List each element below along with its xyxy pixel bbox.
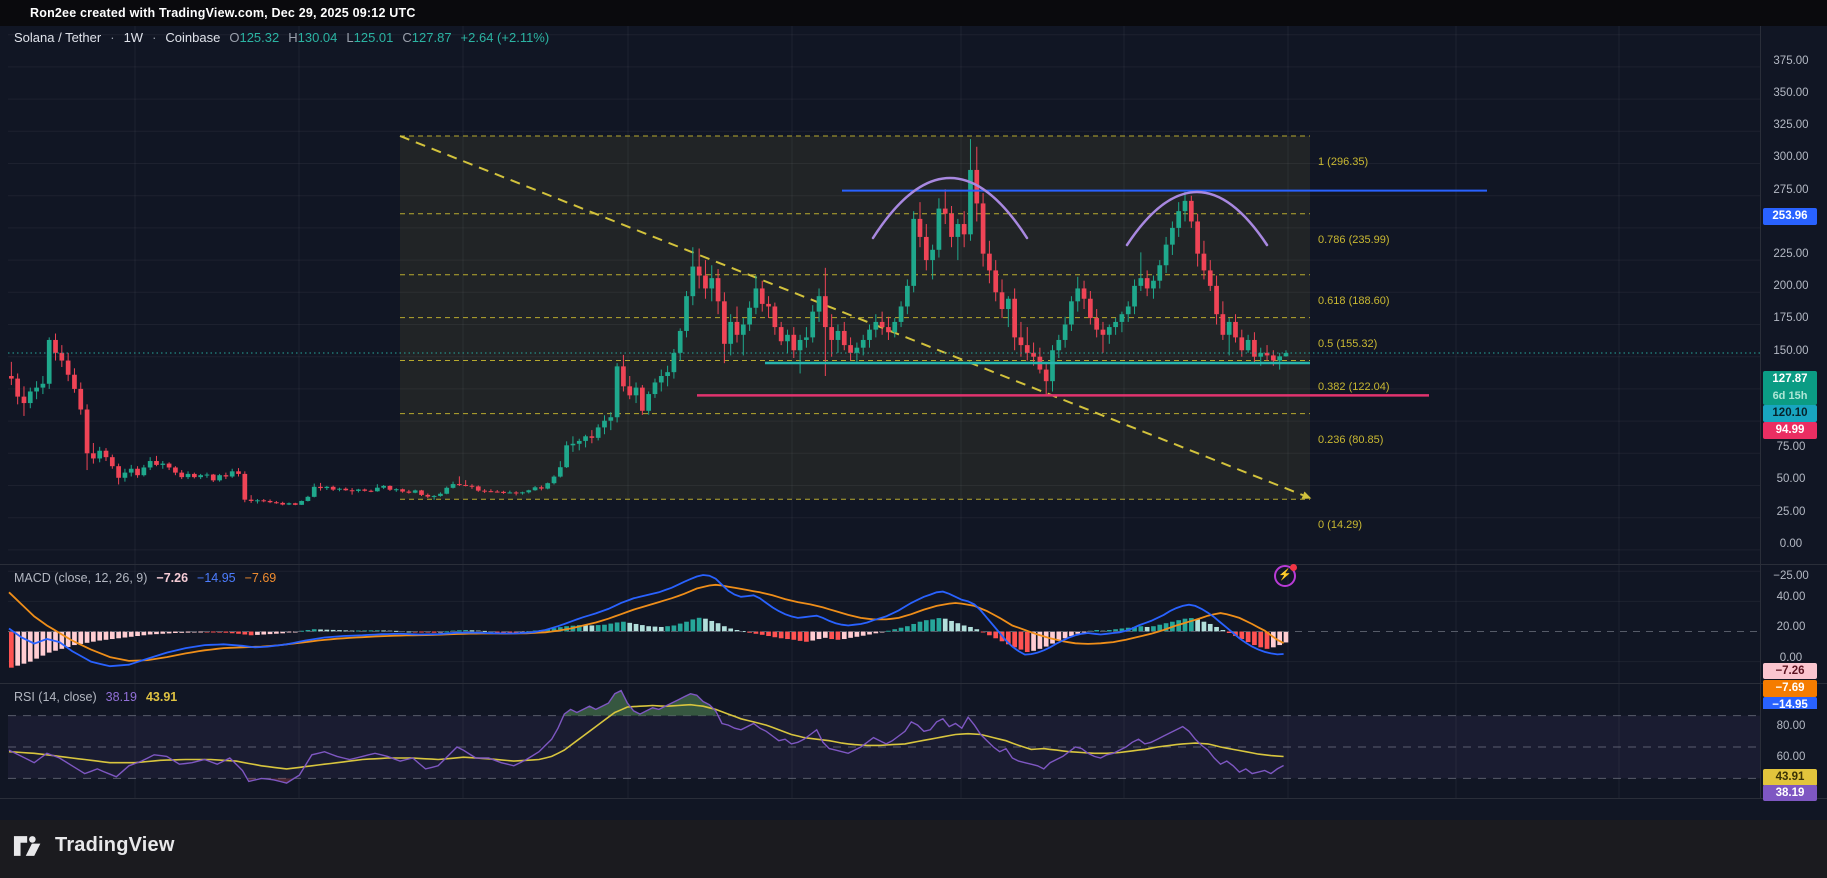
macd-title[interactable]: MACD (close, 12, 26, 9) — [14, 571, 147, 585]
rsi-ma-value: 43.91 — [146, 690, 177, 704]
tradingview-logo-text: TradingView — [55, 834, 175, 857]
symbol-info-row: Solana / Tether · 1W · Coinbase O125.32 … — [14, 30, 549, 45]
macd-hist-value: −7.26 — [156, 571, 188, 585]
attribution-banner: Ron2ee created with TradingView.com, Dec… — [0, 0, 1827, 26]
rsi-legend-row: RSI (14, close) 38.19 43.91 — [14, 690, 177, 704]
tradingview-logo[interactable]: TradingView — [13, 834, 175, 857]
lightning-boost-icon[interactable]: ⚡ — [1274, 565, 1296, 587]
rsi-value: 38.19 — [106, 690, 137, 704]
tradingview-chart-window: Ron2ee created with TradingView.com, Dec… — [0, 0, 1827, 878]
footer-bar: TradingView — [0, 820, 1827, 878]
lightning-glyph: ⚡ — [1278, 569, 1292, 581]
chart-canvas[interactable] — [0, 26, 1827, 820]
separator-dot: · — [152, 30, 156, 45]
ohlc-close: C127.87 — [402, 30, 451, 45]
symbol-title[interactable]: Solana / Tether — [14, 30, 101, 45]
ohlc-low: L125.01 — [346, 30, 393, 45]
chart-area[interactable]: Solana / Tether · 1W · Coinbase O125.32 … — [0, 26, 1827, 820]
macd-legend-row: MACD (close, 12, 26, 9) −7.26 −14.95 −7.… — [14, 571, 276, 585]
separator-dot: · — [110, 30, 114, 45]
rsi-title[interactable]: RSI (14, close) — [14, 690, 97, 704]
banner-text: Ron2ee created with TradingView.com, Dec… — [30, 6, 416, 20]
tradingview-logo-icon — [13, 835, 47, 857]
ohlc-open: O125.32 — [229, 30, 279, 45]
change-value: +2.64 (+2.11%) — [461, 30, 550, 45]
macd-signal-value: −7.69 — [245, 571, 277, 585]
interval-label[interactable]: 1W — [124, 30, 144, 45]
ohlc-high: H130.04 — [288, 30, 337, 45]
macd-line-value: −14.95 — [197, 571, 236, 585]
exchange-label[interactable]: Coinbase — [165, 30, 220, 45]
